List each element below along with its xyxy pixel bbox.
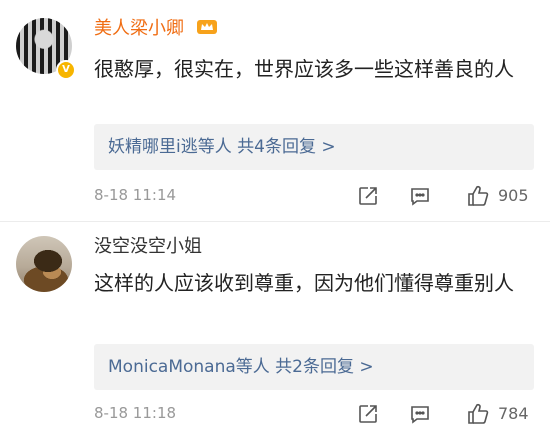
share-icon[interactable]: [356, 184, 380, 208]
replies-summary-link[interactable]: MonicaMonana等人 共2条回复 >: [94, 344, 534, 390]
comment-username[interactable]: 美人梁小卿: [94, 18, 218, 40]
timestamp: 8-18 11:18: [94, 404, 177, 422]
comment-icon[interactable]: [408, 184, 432, 208]
avatar[interactable]: [16, 236, 72, 292]
comment-icon[interactable]: [408, 402, 432, 426]
like-count: 905: [498, 186, 529, 205]
username-text[interactable]: 没空没空小姐: [94, 236, 202, 257]
timestamp: 8-18 11:14: [94, 186, 177, 204]
thumbs-up-icon[interactable]: [466, 402, 490, 426]
comment-meta: 8-18 11:14 905: [94, 182, 534, 212]
comment-item: V 美人梁小卿 很憨厚，很实在，世界应该多一些这样善良的人 妖精哪里i逃等人 共…: [0, 0, 550, 220]
like-count: 784: [498, 404, 529, 423]
comment-text: 很憨厚，很实在，世界应该多一些这样善良的人: [94, 57, 514, 81]
comment-meta: 8-18 11:18 784: [94, 400, 534, 430]
comment-item: 没空没空小姐 这样的人应该收到尊重，因为他们懂得尊重别人 MonicaMonan…: [0, 222, 550, 440]
username-text[interactable]: 美人梁小卿: [94, 18, 184, 39]
verified-badge-icon: V: [56, 60, 76, 80]
replies-summary-link[interactable]: 妖精哪里i逃等人 共4条回复 >: [94, 124, 534, 170]
crown-icon: [196, 20, 217, 34]
comment-username[interactable]: 没空没空小姐: [94, 236, 202, 258]
share-icon[interactable]: [356, 402, 380, 426]
thumbs-up-icon[interactable]: [466, 184, 490, 208]
comment-text: 这样的人应该收到尊重，因为他们懂得尊重别人: [94, 271, 514, 295]
